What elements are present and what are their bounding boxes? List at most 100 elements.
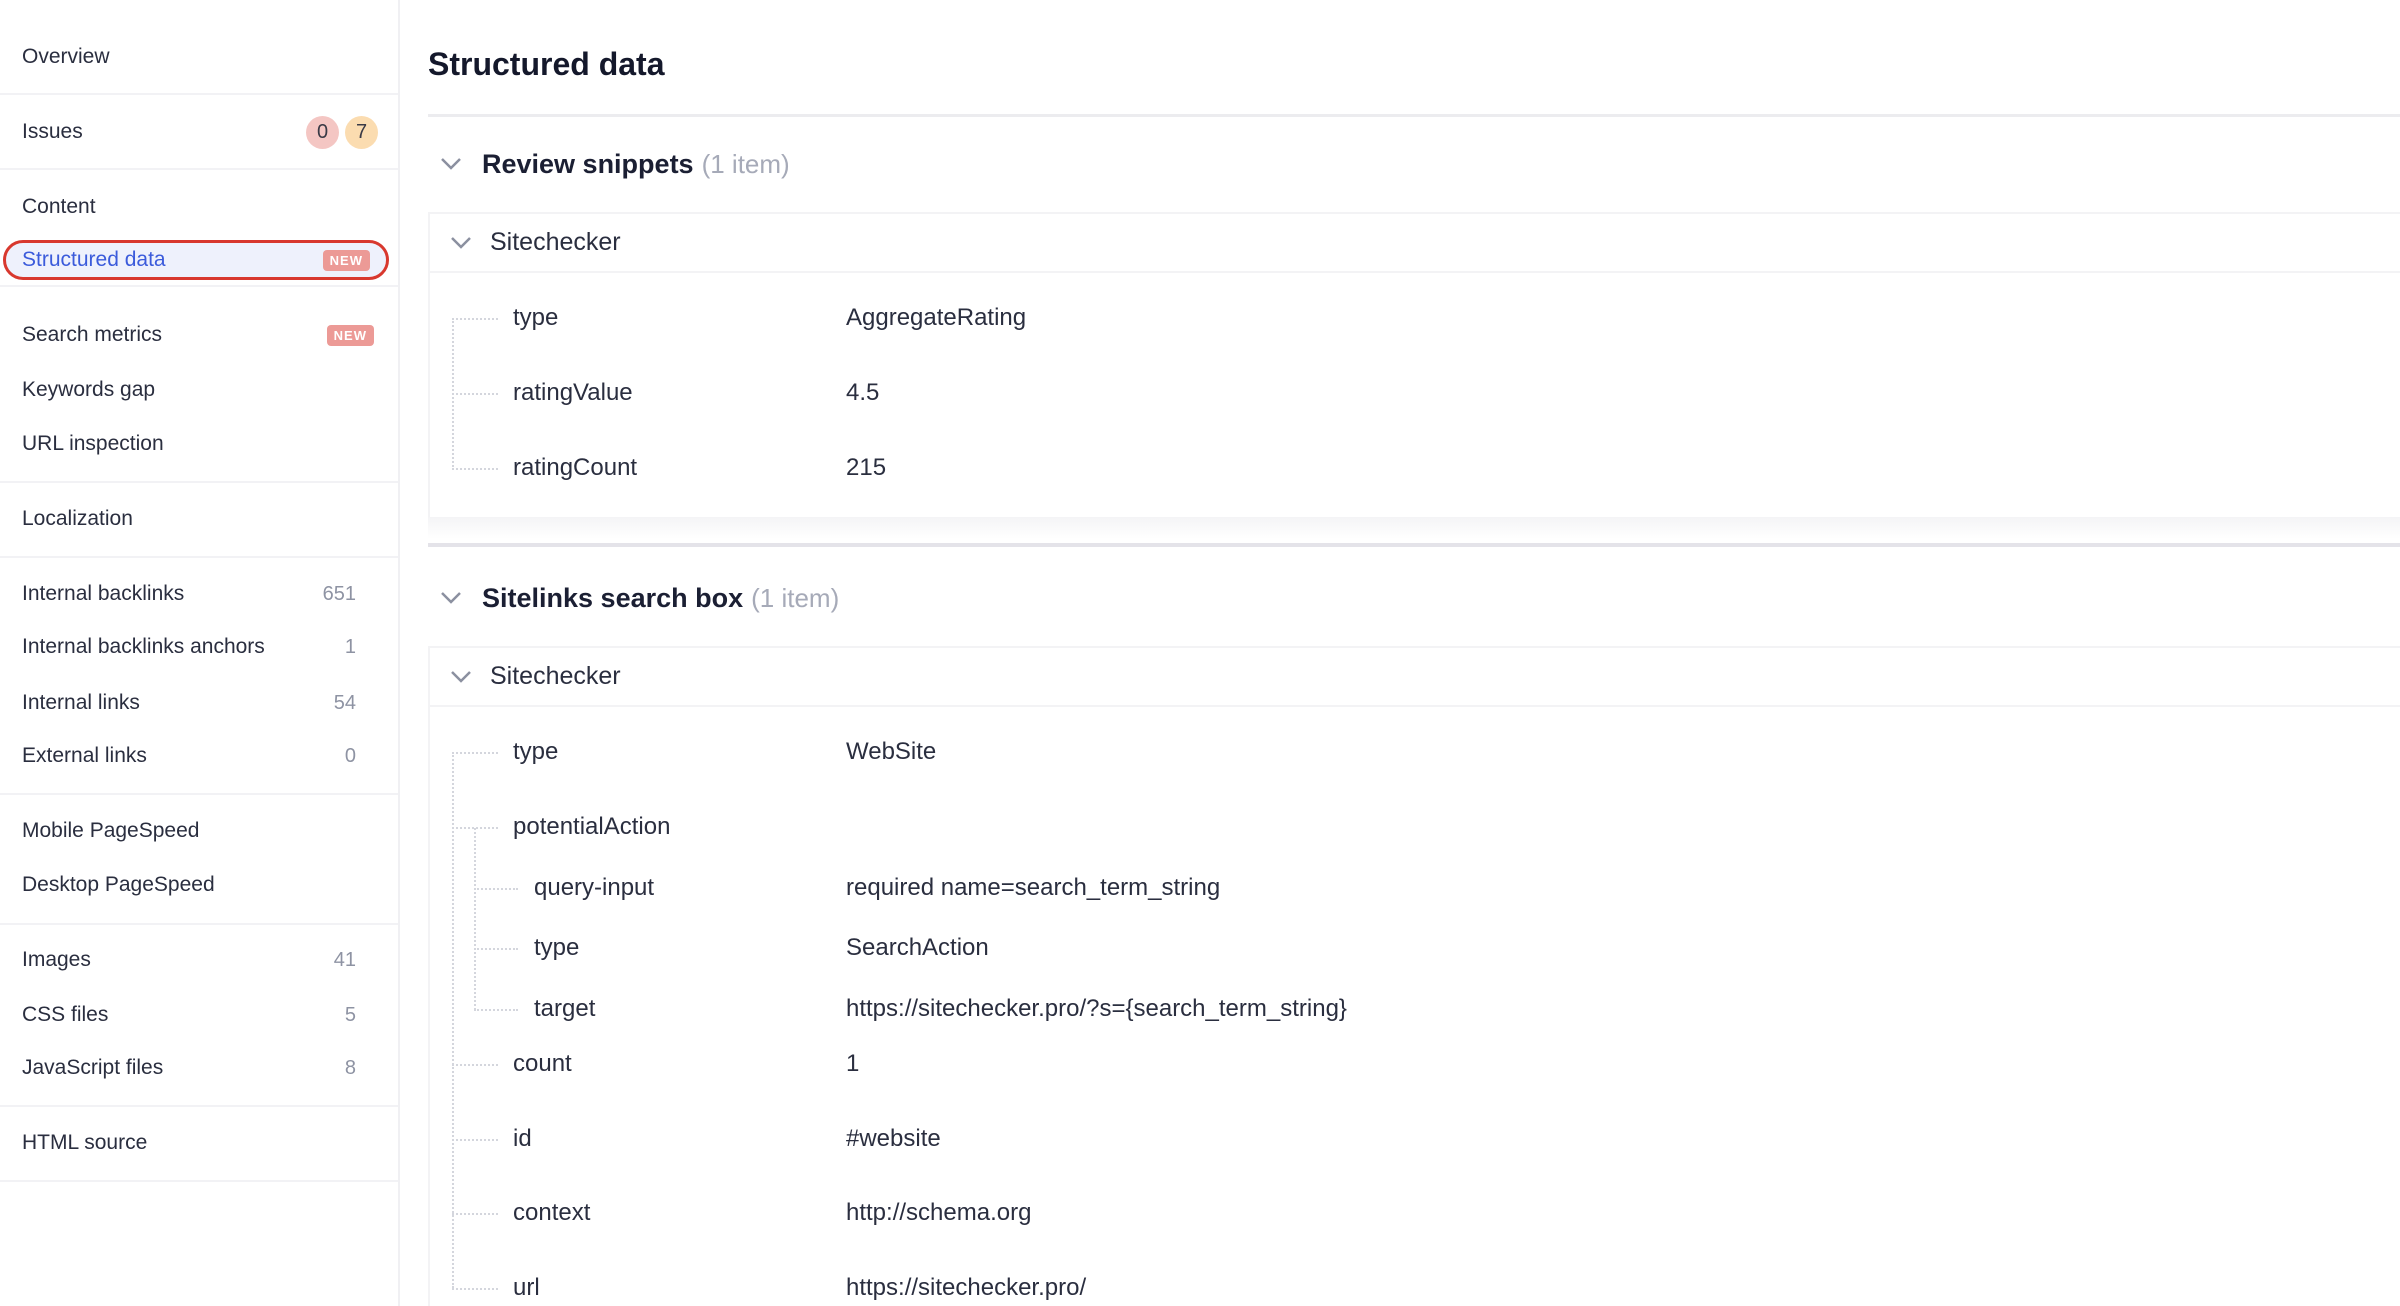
sidebar-item-css-files[interactable]: CSS files 5 [0,995,398,1035]
sidebar-item-label: Structured data [22,248,166,271]
property-row: ratingCount 215 [430,448,2400,488]
sidebar-item-label: Localization [22,507,133,530]
chevron-down-icon[interactable] [434,581,468,615]
item-count: 8 [344,1056,356,1079]
sidebar-item-issues[interactable]: Issues 0 7 [0,112,398,152]
tree-connector [452,752,498,754]
property-value: SearchAction [846,934,989,961]
sidebar-item-localization[interactable]: Localization [0,499,398,539]
chevron-down-icon[interactable] [434,147,468,181]
sidebar-item-structured-data[interactable]: Structured data NEW [3,240,389,280]
sidebar-item-label: JavaScript files [22,1056,164,1079]
sidebar-divider [0,1105,398,1107]
property-row: type AggregateRating [430,298,2400,338]
sidebar-item-javascript-files[interactable]: JavaScript files 8 [0,1048,398,1088]
property-key: type [513,738,559,765]
sidebar: Overview Issues 0 7 Content Structured d… [0,0,400,1306]
section-title: Review snippets [482,148,694,179]
tree-connector [452,468,498,470]
section-divider [428,543,2400,547]
sidebar-item-desktop-pagespeed[interactable]: Desktop PageSpeed [0,865,398,905]
card-title: Sitechecker [490,662,621,690]
sidebar-divider [0,481,398,483]
card-header[interactable]: Sitechecker [430,214,2400,273]
property-row: ratingValue 4.5 [430,373,2400,413]
tree-line-nested [474,828,476,1010]
sidebar-item-label: Search metrics [22,323,163,346]
sidebar-item-internal-backlinks[interactable]: Internal backlinks 651 [0,574,398,614]
property-row: count 1 [430,1044,2400,1084]
errors-count-badge: 0 [306,115,339,149]
card-shadow [428,517,2400,539]
sidebar-item-internal-backlinks-anchors[interactable]: Internal backlinks anchors 1 [0,627,398,667]
tree-connector [452,1213,498,1215]
property-row: context http://schema.org [430,1193,2400,1233]
sidebar-item-mobile-pagespeed[interactable]: Mobile PageSpeed [0,811,398,851]
card-title: Sitechecker [490,228,621,256]
property-row: id #website [430,1119,2400,1159]
sidebar-item-label: Images [22,948,91,971]
property-value: #website [846,1125,941,1152]
warnings-count-badge: 7 [345,115,378,149]
sidebar-divider [0,1180,398,1182]
item-count: 1 [344,635,356,658]
sidebar-divider [0,923,398,925]
sidebar-item-images[interactable]: Images 41 [0,940,398,980]
property-value: AggregateRating [846,304,1027,331]
section-item-count: (1 item) [751,582,840,613]
sidebar-divider [0,168,398,170]
sidebar-item-html-source[interactable]: HTML source [0,1123,398,1163]
sidebar-item-label: Content [22,195,96,218]
property-key: query-input [534,874,655,901]
sidebar-item-external-links[interactable]: External links 0 [0,736,398,776]
schema-card: Sitechecker type WebSite potentialAction… [428,646,2400,1306]
property-value: WebSite [846,738,937,765]
issues-counters: 0 7 [300,115,378,149]
sidebar-divider [0,556,398,558]
section-title: Sitelinks search box [482,582,744,613]
property-value: 1 [846,1050,860,1077]
section-item-count: (1 item) [701,148,790,179]
property-key: type [513,304,559,331]
property-value: 4.5 [846,379,880,406]
sidebar-item-label: Internal backlinks [22,582,185,605]
sidebar-item-keywords-gap[interactable]: Keywords gap [0,370,398,410]
property-key: ratingValue [513,379,633,406]
chevron-down-icon[interactable] [444,660,478,694]
sidebar-item-label: External links [22,744,147,767]
sidebar-item-label: CSS files [22,1003,109,1026]
sidebar-item-search-metrics[interactable]: Search metrics NEW [0,315,398,355]
main-content: Structured data Review snippets (1 item)… [402,0,2400,1306]
sidebar-divider [0,93,398,95]
page-title: Structured data [428,46,665,82]
property-key: type [534,934,580,961]
section-header-review-snippets[interactable]: Review snippets (1 item) [428,142,2400,186]
new-badge: NEW [322,249,370,271]
property-key: context [513,1199,591,1226]
property-row-nested: target https://sitechecker.pro/?s={searc… [430,989,2400,1029]
property-key: potentialAction [513,813,671,840]
tree-connector [474,948,518,950]
property-key: ratingCount [513,454,638,481]
sidebar-item-label: Mobile PageSpeed [22,819,200,842]
section-header-sitelinks-search-box[interactable]: Sitelinks search box (1 item) [428,576,2400,620]
chevron-down-icon[interactable] [444,226,478,260]
sidebar-item-content[interactable]: Content [0,187,398,227]
sidebar-item-url-inspection[interactable]: URL inspection [0,424,398,464]
sidebar-item-internal-links[interactable]: Internal links 54 [0,683,398,723]
card-header[interactable]: Sitechecker [430,648,2400,707]
property-value: https://sitechecker.pro/?s={search_term_… [846,995,1347,1022]
sidebar-item-label: Overview [22,45,110,68]
tree-connector [474,1009,518,1011]
item-count: 5 [344,1003,356,1026]
property-row-nested: type SearchAction [430,928,2400,968]
property-row: type WebSite [430,732,2400,772]
tree-connector [474,888,518,890]
property-value: required name=search_term_string [846,874,1221,901]
property-key: id [513,1125,532,1152]
property-value: https://sitechecker.pro/ [846,1274,1087,1301]
sidebar-item-label: Keywords gap [22,378,156,401]
tree-connector [452,393,498,395]
tree-connector [452,1288,498,1290]
sidebar-item-overview[interactable]: Overview [0,37,398,77]
